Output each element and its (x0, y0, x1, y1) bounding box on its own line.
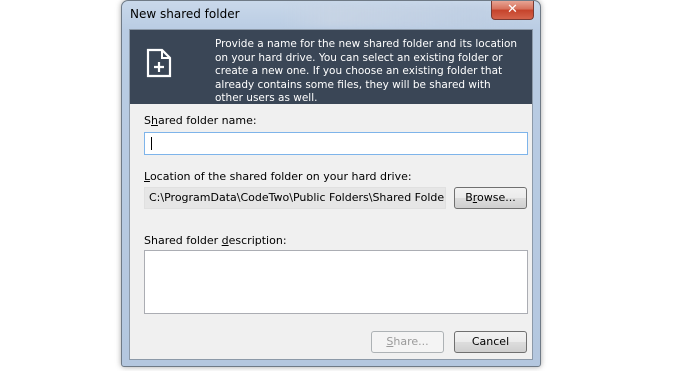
browse-button[interactable]: Browse... (454, 187, 527, 209)
label-text: Shared folder (144, 234, 222, 247)
title-bar[interactable]: New shared folder ✕ (122, 1, 540, 29)
shared-folder-name-label: Shared folder name: (144, 114, 257, 127)
location-path-field: C:\ProgramData\CodeTwo\Public Folders\Sh… (144, 187, 446, 209)
text-caret (151, 137, 152, 150)
location-label: Location of the shared folder on your ha… (144, 170, 412, 183)
cancel-button[interactable]: Cancel (454, 331, 527, 353)
label-accelerator: d (221, 234, 229, 247)
close-button[interactable]: ✕ (491, 1, 534, 20)
share-button[interactable]: Share... (371, 331, 444, 353)
label-text: ocation of the shared folder on your har… (149, 170, 412, 183)
dialog-body: Provide a name for the new shared folder… (129, 29, 533, 360)
button-text: owse... (477, 191, 516, 204)
banner-description: Provide a name for the new shared folder… (215, 38, 518, 104)
new-shared-folder-dialog: New shared folder ✕ Provide a name for t… (121, 0, 541, 367)
shared-folder-name-input[interactable] (144, 132, 528, 155)
label-text: S (144, 114, 151, 127)
label-text: escription: (228, 234, 287, 247)
button-text: hare... (393, 335, 429, 348)
description-label: Shared folder description: (144, 234, 287, 247)
label-text: ared folder name: (157, 114, 257, 127)
window-title: New shared folder (130, 7, 240, 21)
new-folder-icon (146, 48, 172, 78)
info-banner: Provide a name for the new shared folder… (130, 30, 532, 104)
label-accelerator: h (150, 114, 158, 127)
shared-folder-description-input[interactable] (144, 250, 528, 314)
button-text: B (465, 191, 473, 204)
